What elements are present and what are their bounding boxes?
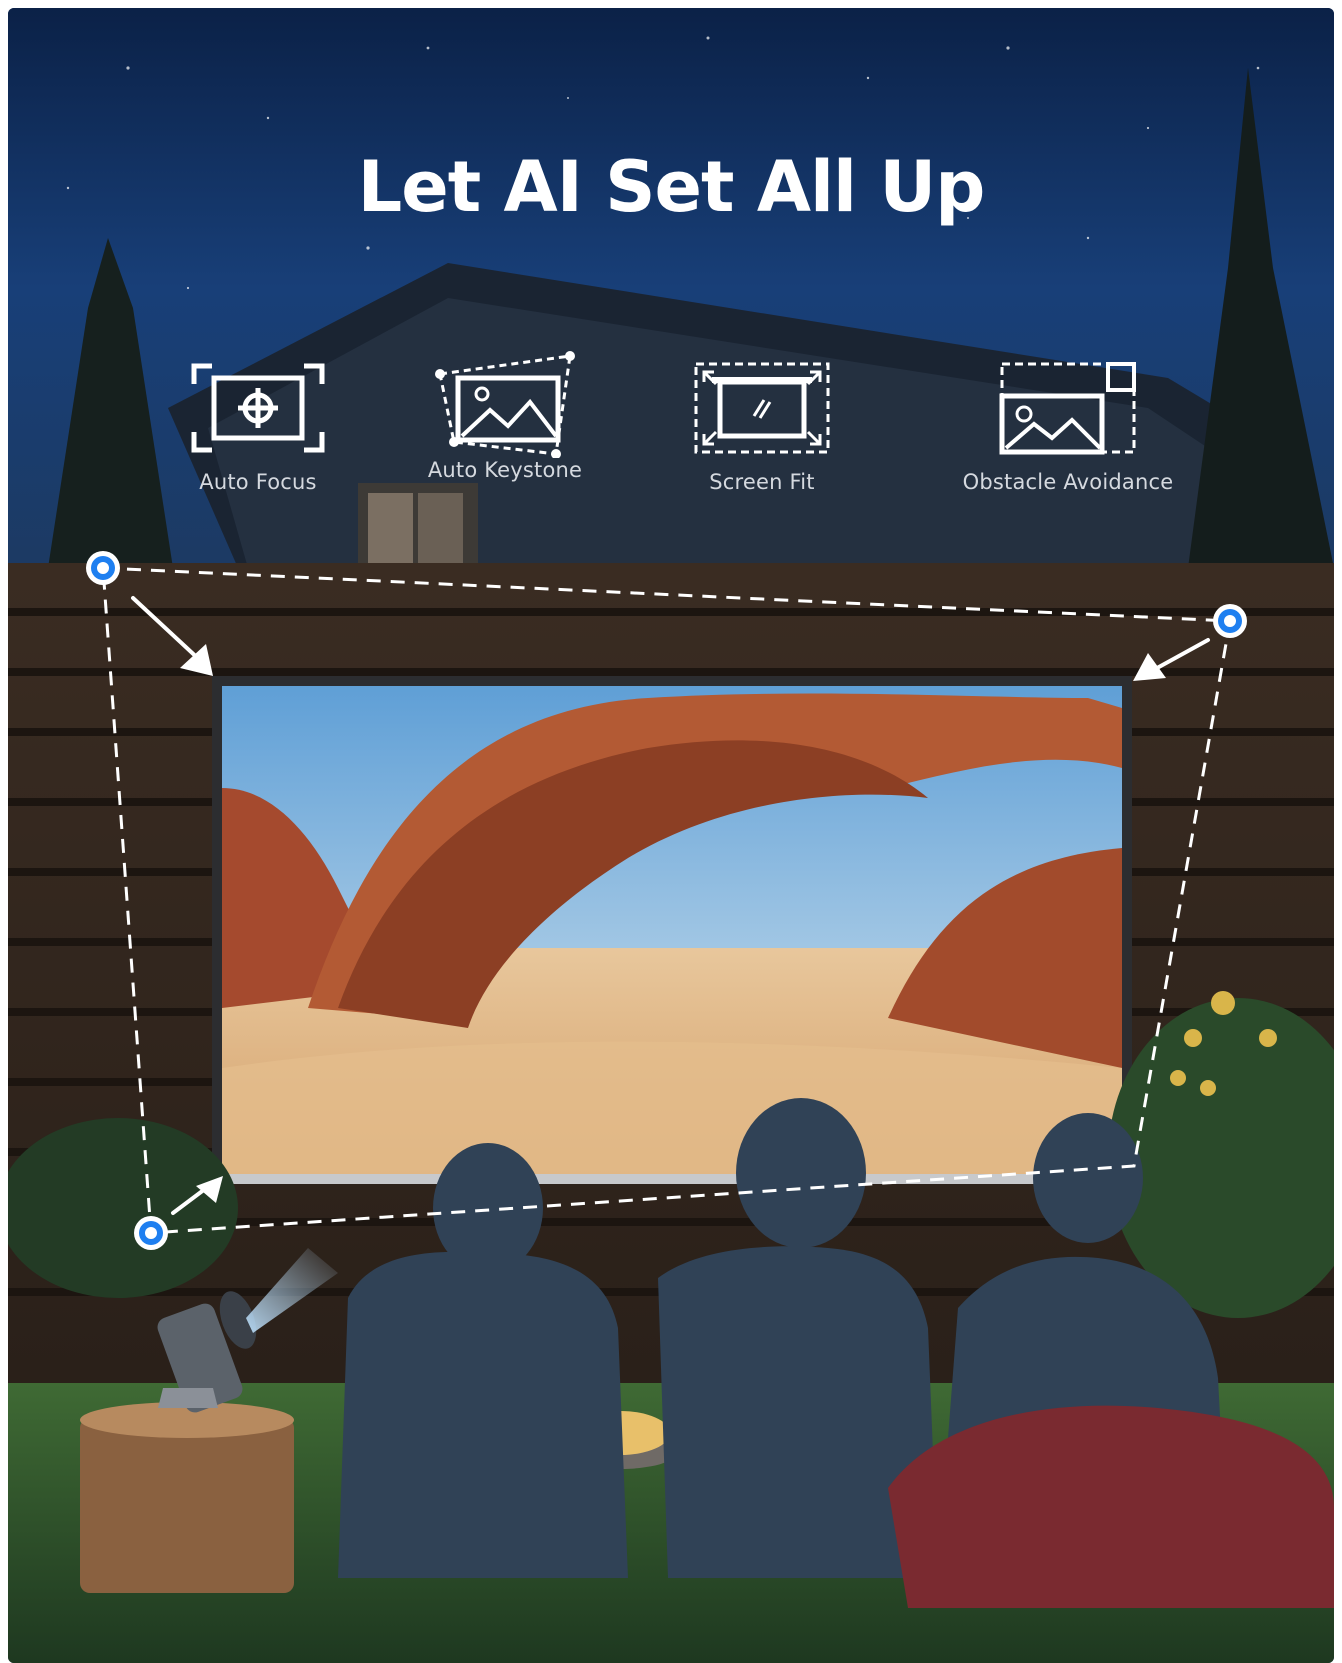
keystone-corner-bottom-left — [134, 1216, 168, 1250]
screen-fit-icon — [694, 362, 830, 454]
keystone-corner-top-left — [86, 551, 120, 585]
feature-label: Auto Keystone — [427, 458, 583, 482]
feature-auto-focus: Auto Focus — [128, 360, 388, 494]
feature-label: Auto Focus — [199, 470, 317, 494]
feature-auto-keystone: Auto Keystone — [375, 351, 635, 482]
keystone-corner-top-right — [1213, 604, 1247, 638]
feature-label: Obstacle Avoidance — [962, 470, 1174, 494]
auto-keystone-icon — [435, 351, 575, 458]
feature-screen-fit: Screen Fit — [632, 360, 892, 494]
obstacle-avoidance-icon — [999, 362, 1136, 455]
feature-label: Screen Fit — [709, 470, 815, 494]
headline: Let AI Set All Up — [357, 146, 986, 228]
backyard-cinema-scene — [8, 8, 1334, 1663]
feature-obstacle-avoidance: Obstacle Avoidance — [918, 360, 1218, 494]
auto-focus-icon — [191, 363, 325, 453]
hero-banner: Let AI Set All Up Auto Focus Auto Keysto… — [8, 8, 1334, 1663]
